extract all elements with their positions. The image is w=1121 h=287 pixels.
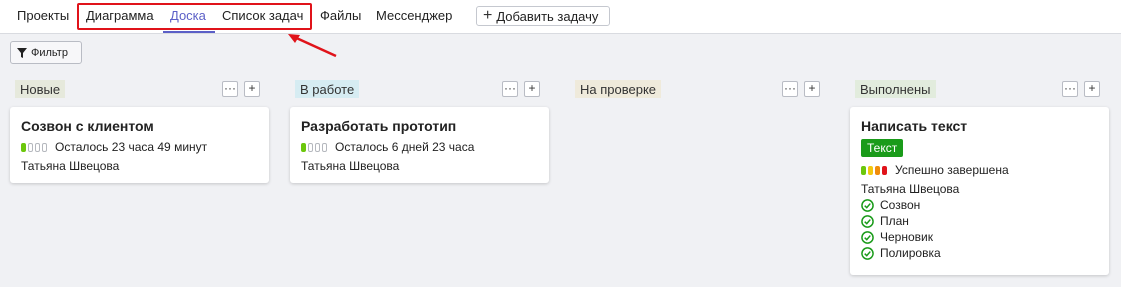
check-circle-icon: [861, 198, 874, 212]
checklist-item: Полировка: [861, 246, 1098, 260]
tab-messenger[interactable]: Мессенджер: [376, 8, 452, 23]
plus-icon[interactable]: +: [244, 81, 260, 97]
active-tab-indicator: [163, 31, 215, 33]
deadline-row: Осталось 6 дней 23 часа: [301, 140, 538, 154]
progress-dots: [21, 142, 49, 152]
task-card[interactable]: Созвон с клиентом Осталось 23 часа 49 ми…: [10, 107, 269, 183]
plus-icon: +: [483, 7, 493, 24]
checklist-item: Черновик: [861, 230, 1098, 244]
checklist-label: Полировка: [880, 246, 941, 260]
progress-dots: [301, 142, 329, 152]
check-circle-icon: [861, 246, 874, 260]
deadline-row: Осталось 23 часа 49 минут: [21, 140, 258, 154]
task-card[interactable]: Разработать прототип Осталось 6 дней 23 …: [290, 107, 549, 183]
funnel-icon: [17, 47, 27, 58]
checklist-label: Черновик: [880, 230, 933, 244]
tab-task-list[interactable]: Список задач: [222, 8, 303, 23]
tab-diagram[interactable]: Диаграмма: [86, 8, 154, 23]
column-header-new: Новые: [15, 80, 66, 98]
card-title: Созвон с клиентом: [21, 118, 154, 134]
checklist-label: План: [880, 214, 909, 228]
column-header-done: Выполнены: [855, 80, 936, 98]
task-card[interactable]: Написать текст Текст Успешно завершена Т…: [850, 107, 1109, 275]
column-header-review: На проверке: [575, 80, 662, 98]
checklist-item: Созвон: [861, 198, 1098, 212]
progress-dots: [861, 165, 889, 175]
card-title: Разработать прототип: [301, 118, 457, 134]
deadline-text: Осталось 6 дней 23 часа: [335, 140, 475, 154]
card-title: Написать текст: [861, 118, 968, 134]
plus-icon[interactable]: +: [524, 81, 540, 97]
tab-files[interactable]: Файлы: [320, 8, 361, 23]
filter-label: Фильтр: [31, 46, 68, 59]
column-header-in-progress: В работе: [295, 80, 360, 98]
filter-button[interactable]: Фильтр: [10, 41, 82, 64]
top-navigation: Проекты Диаграмма Доска Список задач Фай…: [0, 0, 1121, 34]
ellipsis-icon[interactable]: ···: [1062, 81, 1078, 97]
status-text: Успешно завершена: [895, 163, 1009, 177]
plus-icon[interactable]: +: [1084, 81, 1100, 97]
checklist-label: Созвон: [880, 198, 921, 212]
ellipsis-icon[interactable]: ···: [222, 81, 238, 97]
check-circle-icon: [861, 230, 874, 244]
deadline-text: Осталось 23 часа 49 минут: [55, 140, 208, 154]
ellipsis-icon[interactable]: ···: [502, 81, 518, 97]
check-circle-icon: [861, 214, 874, 228]
annotation-arrow-icon: [288, 34, 337, 58]
status-row: Успешно завершена: [861, 163, 1098, 177]
tag-badge: Текст: [861, 139, 904, 157]
checklist-item: План: [861, 214, 1098, 228]
tab-projects[interactable]: Проекты: [17, 8, 69, 23]
tab-board[interactable]: Доска: [170, 8, 206, 23]
plus-icon[interactable]: +: [804, 81, 820, 97]
assignee: Татьяна Швецова: [21, 159, 120, 173]
ellipsis-icon[interactable]: ···: [782, 81, 798, 97]
add-task-button[interactable]: + Добавить задачу: [476, 6, 610, 26]
assignee: Татьяна Швецова: [301, 159, 400, 173]
assignee: Татьяна Швецова: [861, 182, 960, 196]
add-task-label: Добавить задачу: [496, 8, 599, 24]
